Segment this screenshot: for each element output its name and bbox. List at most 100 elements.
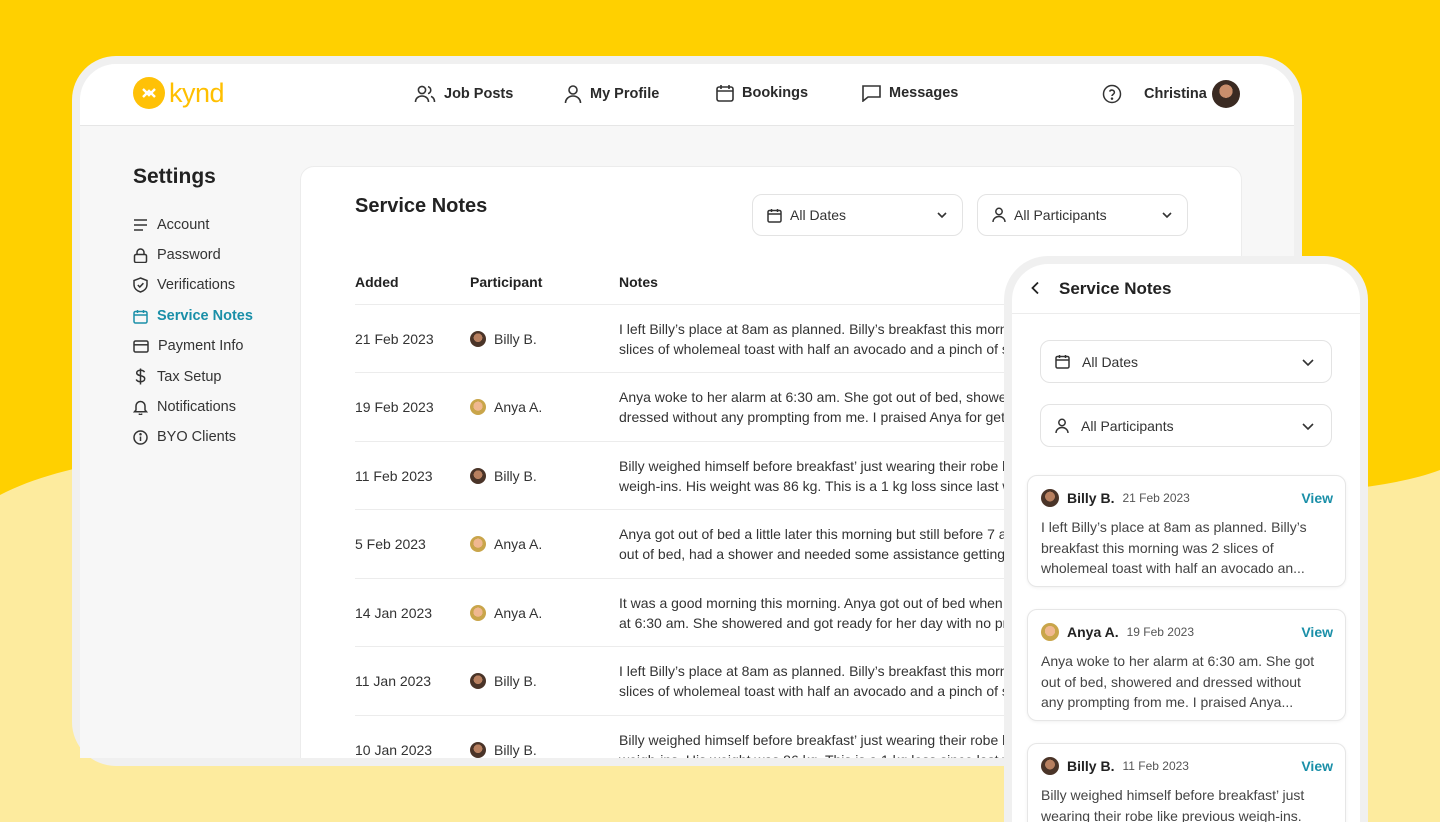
user-icon: [1055, 418, 1069, 433]
row-participant: Anya A.: [470, 605, 542, 621]
note-card-header: Anya A. 19 Feb 2023: [1041, 623, 1194, 641]
row-participant: Anya A.: [470, 536, 542, 552]
top-navbar: kynd Job Posts My Profile Bookings Messa…: [80, 64, 1294, 126]
avatar: [470, 468, 486, 484]
avatar[interactable]: [1212, 80, 1240, 108]
participant-name: Anya A.: [494, 399, 543, 415]
settings-title: Settings: [133, 165, 216, 188]
date-filter-dropdown[interactable]: All Dates: [752, 194, 963, 236]
note-line: wholemeal toast with half an avocado an.…: [1041, 560, 1305, 576]
mobile-participant-filter[interactable]: All Participants: [1040, 404, 1332, 447]
note-card[interactable]: Anya A. 19 Feb 2023 View Anya woke to he…: [1027, 609, 1346, 721]
sidebar-item-label: Account: [157, 217, 210, 233]
view-link[interactable]: View: [1301, 758, 1333, 774]
sidebar-item-verifications[interactable]: Verifications: [133, 277, 235, 293]
sidebar-item-label: Payment Info: [158, 338, 244, 354]
note-date: 11 Feb 2023: [1122, 759, 1189, 773]
note-line: breakfast this morning was 2 slices of: [1041, 539, 1274, 556]
row-date: 11 Feb 2023: [355, 468, 433, 484]
sidebar-item-payment-info[interactable]: Payment Info: [133, 338, 243, 354]
chevron-down-icon: [1302, 359, 1314, 367]
logo-mark-icon: [133, 77, 165, 109]
row-participant: Billy B.: [470, 673, 537, 689]
sidebar-item-account[interactable]: Account: [133, 217, 209, 233]
back-arrow-icon[interactable]: [1030, 281, 1042, 295]
sidebar-item-byo-clients[interactable]: BYO Clients: [133, 429, 236, 445]
participant-name: Anya A.: [1067, 624, 1119, 640]
row-participant: Anya A.: [470, 399, 542, 415]
participant-name: Billy B.: [494, 742, 537, 758]
help-icon[interactable]: [1102, 84, 1122, 104]
participant-filter-dropdown[interactable]: All Participants: [977, 194, 1188, 236]
nav-job-posts[interactable]: Job Posts: [414, 84, 513, 104]
avatar: [470, 673, 486, 689]
calendar-icon: [716, 85, 734, 102]
participant-filter-value: All Participants: [1014, 207, 1107, 223]
note-line: Anya woke to her alarm at 6:30 am. She g…: [1041, 653, 1315, 669]
mobile-header: Service Notes: [1012, 264, 1360, 314]
sidebar-item-password[interactable]: Password: [133, 247, 221, 263]
nav-my-profile[interactable]: My Profile: [564, 84, 659, 104]
view-link[interactable]: View: [1301, 490, 1333, 506]
dollar-icon: [135, 368, 146, 385]
nav-messages[interactable]: Messages: [862, 84, 958, 102]
avatar: [470, 399, 486, 415]
sidebar-item-label: Tax Setup: [157, 368, 222, 385]
note-line: any prompting from me. I praised Anya...: [1041, 694, 1294, 710]
participant-name: Billy B.: [494, 673, 537, 689]
mobile-date-filter[interactable]: All Dates: [1040, 340, 1332, 383]
kynd-logo[interactable]: kynd: [133, 77, 225, 109]
note-card-header: Billy B. 21 Feb 2023: [1041, 489, 1190, 507]
note-date: 21 Feb 2023: [1122, 491, 1190, 505]
note-card[interactable]: Billy B. 21 Feb 2023 View I left Billy’s…: [1027, 475, 1346, 587]
chevron-down-icon: [1302, 423, 1314, 431]
column-header-participant[interactable]: Participant: [470, 274, 542, 290]
avatar: [470, 536, 486, 552]
note-card-header: Billy B. 11 Feb 2023: [1041, 757, 1189, 775]
nav-label: Bookings: [742, 85, 809, 101]
note-preview: Billy weighed himself before breakfast’ …: [1041, 785, 1337, 822]
participant-name: Billy B.: [494, 331, 537, 347]
row-date: 11 Jan 2023: [355, 673, 432, 689]
row-date: 5 Feb 2023: [355, 536, 426, 552]
nav-bookings[interactable]: Bookings: [716, 84, 808, 102]
message-icon: [862, 85, 881, 102]
user-name[interactable]: Christina: [1144, 86, 1207, 102]
sidebar-item-label: Password: [157, 247, 221, 263]
sidebar-item-label: Notifications: [157, 399, 236, 415]
chevron-down-icon: [1162, 212, 1172, 219]
sidebar-item-service-notes[interactable]: Service Notes: [133, 308, 253, 324]
date-filter-value: All Dates: [790, 207, 847, 223]
avatar: [470, 742, 486, 758]
participant-name: Anya A.: [494, 536, 543, 552]
calendar-icon: [1055, 355, 1070, 369]
column-header-added[interactable]: Added: [355, 274, 399, 290]
sidebar-item-label: Verifications: [157, 277, 236, 293]
row-date: 21 Feb 2023: [355, 331, 434, 347]
mobile-frame: Service Notes All Dates All Participants…: [1004, 256, 1368, 822]
bell-icon: [133, 400, 148, 415]
view-link[interactable]: View: [1301, 624, 1333, 640]
avatar: [470, 331, 486, 347]
note-line: out of bed, showered and dressed without: [1041, 673, 1301, 690]
sidebar-item-notifications[interactable]: Notifications: [133, 399, 236, 415]
calendar-icon: [767, 208, 782, 223]
calendar-icon: [133, 309, 148, 324]
row-participant: Billy B.: [470, 468, 537, 484]
date-filter-value: All Dates: [1082, 353, 1139, 370]
participant-name: Anya A.: [494, 605, 543, 621]
user-icon: [992, 207, 1006, 223]
info-icon: [133, 429, 148, 445]
avatar: [470, 605, 486, 621]
mobile-page-title: Service Notes: [1059, 279, 1172, 298]
note-line: I left Billy’s place at 8am as planned. …: [1041, 519, 1307, 535]
menu-lines-icon: [134, 219, 147, 231]
note-line: wearing their robe like previous weigh-i…: [1041, 807, 1302, 822]
sidebar-item-tax-setup[interactable]: Tax Setup: [133, 368, 222, 385]
nav-label: Messages: [889, 85, 959, 101]
nav-label: Job Posts: [444, 86, 514, 102]
row-participant: Billy B.: [470, 742, 537, 758]
chevron-down-icon: [937, 212, 947, 219]
note-line: Billy weighed himself before breakfast’ …: [1041, 787, 1305, 803]
note-card[interactable]: Billy B. 11 Feb 2023 View Billy weighed …: [1027, 743, 1346, 822]
